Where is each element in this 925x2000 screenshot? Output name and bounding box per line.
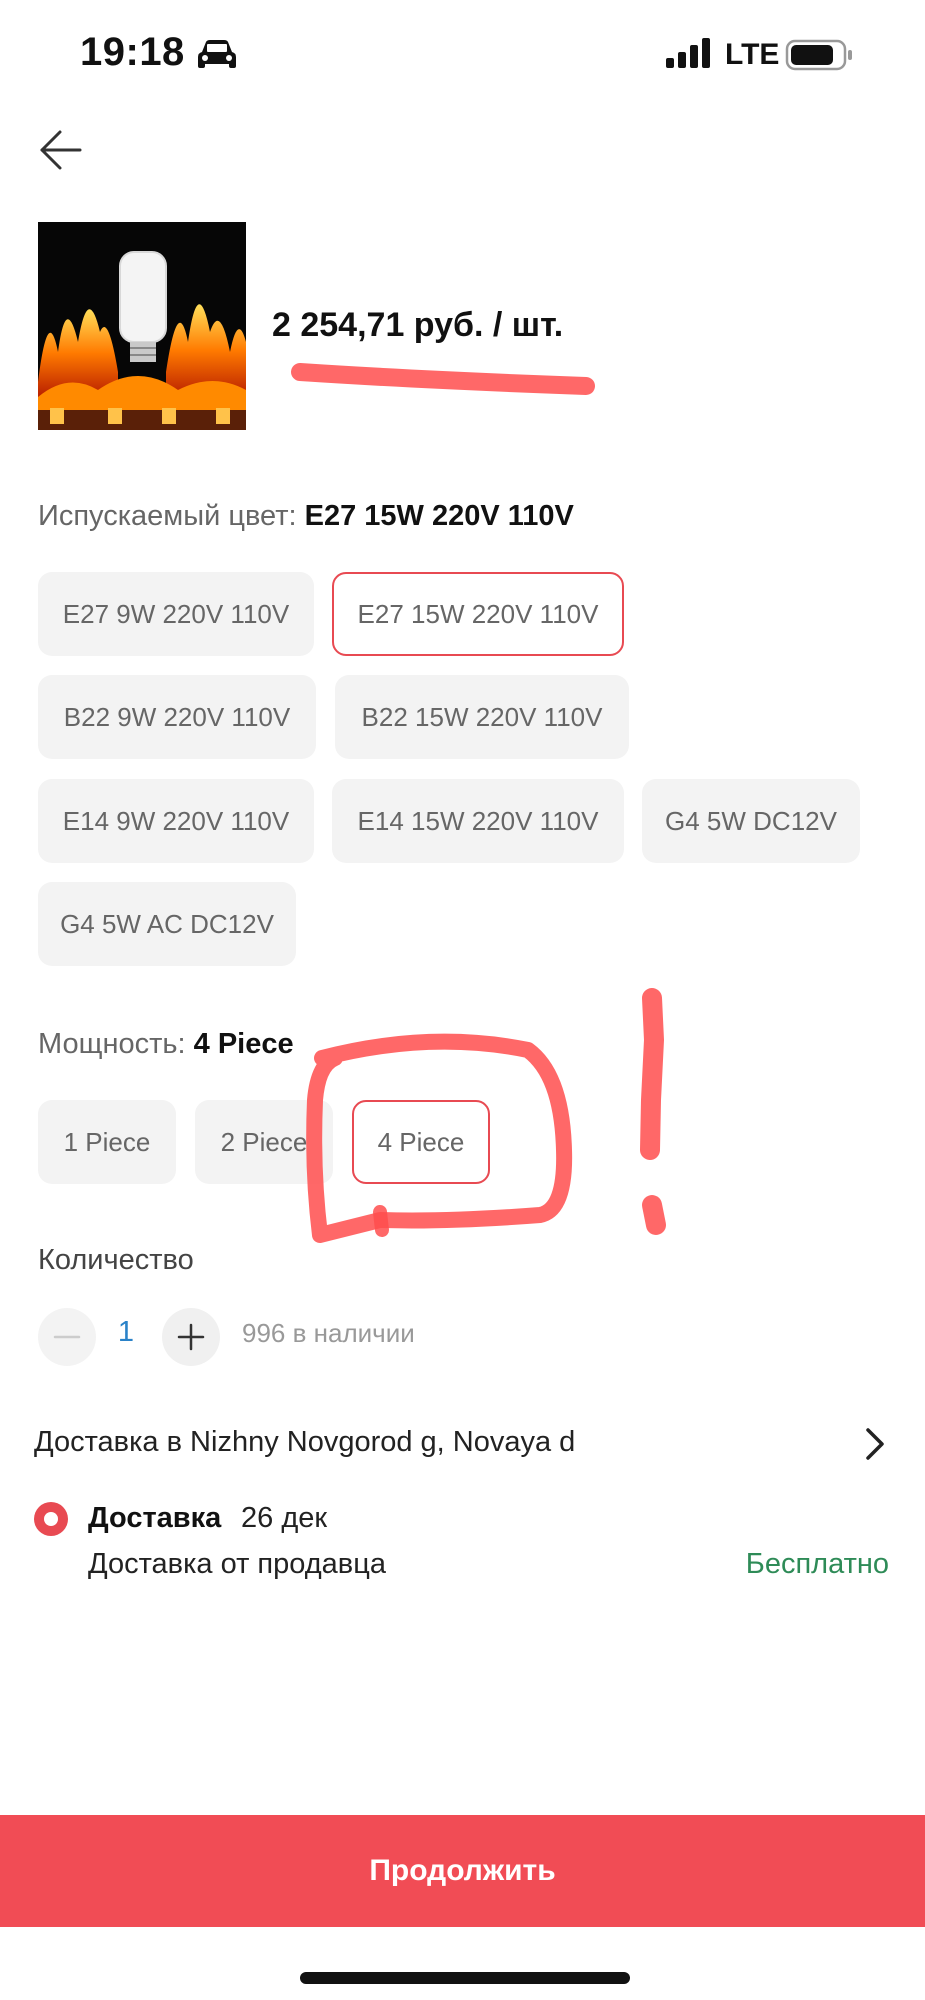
back-arrow-icon[interactable] (34, 120, 94, 180)
quantity-decrease-button[interactable] (38, 1308, 96, 1366)
color-option-g4-dc12v[interactable]: G4 5W DC12V (642, 779, 860, 863)
delivery-method: Доставка (88, 1502, 222, 1534)
status-time: 19:18 (80, 30, 185, 74)
delivery-seller: Доставка от продавца (88, 1548, 386, 1580)
status-bar: 19:18 LTE (0, 0, 925, 110)
delivery-cost: Бесплатно (745, 1548, 889, 1580)
color-option-e14-9w[interactable]: E14 9W 220V 110V (38, 779, 314, 863)
color-label: Испускаемый цвет: (38, 500, 297, 532)
color-option-e14-15w[interactable]: E14 15W 220V 110V (332, 779, 624, 863)
power-option-1-piece[interactable]: 1 Piece (38, 1100, 176, 1184)
color-option-e27-15w[interactable]: E27 15W 220V 110V (332, 572, 624, 656)
home-indicator (300, 1972, 630, 1984)
power-selected-value: 4 Piece (193, 1028, 294, 1060)
continue-button[interactable]: Продолжить (0, 1815, 925, 1927)
color-option-b22-9w[interactable]: B22 9W 220V 110V (38, 675, 316, 759)
chevron-right-icon (866, 1428, 884, 1460)
delivery-date: 26 дек (241, 1502, 328, 1534)
power-option-4-piece[interactable]: 4 Piece (352, 1100, 490, 1184)
power-option-2-piece[interactable]: 2 Piece (195, 1100, 333, 1184)
product-price: 2 254,71 руб. / шт. (272, 306, 564, 344)
minus-icon (53, 1335, 81, 1339)
product-thumbnail[interactable] (38, 222, 246, 430)
power-label-row: Мощность: 4 Piece (38, 1028, 294, 1061)
delivery-radio[interactable] (34, 1502, 68, 1536)
car-icon (198, 40, 236, 68)
flame-bulb-image (38, 222, 246, 430)
color-selected-value: E27 15W 220V 110V (304, 500, 574, 532)
plus-icon (177, 1323, 205, 1351)
color-option-b22-15w[interactable]: B22 15W 220V 110V (335, 675, 629, 759)
color-option-g4-ac-dc12v[interactable]: G4 5W AC DC12V (38, 882, 296, 966)
delivery-address: Доставка в Nizhny Novgorod g, Novaya d (34, 1426, 576, 1458)
quantity-value[interactable]: 1 (116, 1316, 136, 1349)
network-type: LTE (725, 38, 780, 71)
signal-icon (666, 38, 710, 68)
color-label-row: Испускаемый цвет: E27 15W 220V 110V (38, 500, 574, 533)
quantity-increase-button[interactable] (162, 1308, 220, 1366)
color-option-e27-9w[interactable]: E27 9W 220V 110V (38, 572, 314, 656)
delivery-address-row[interactable]: Доставка в Nizhny Novgorod g, Novaya d (0, 1410, 925, 1480)
power-label: Мощность: (38, 1028, 186, 1060)
quantity-label: Количество (38, 1244, 194, 1276)
stock-count: 996 в наличии (242, 1318, 415, 1348)
battery-icon (785, 39, 852, 71)
